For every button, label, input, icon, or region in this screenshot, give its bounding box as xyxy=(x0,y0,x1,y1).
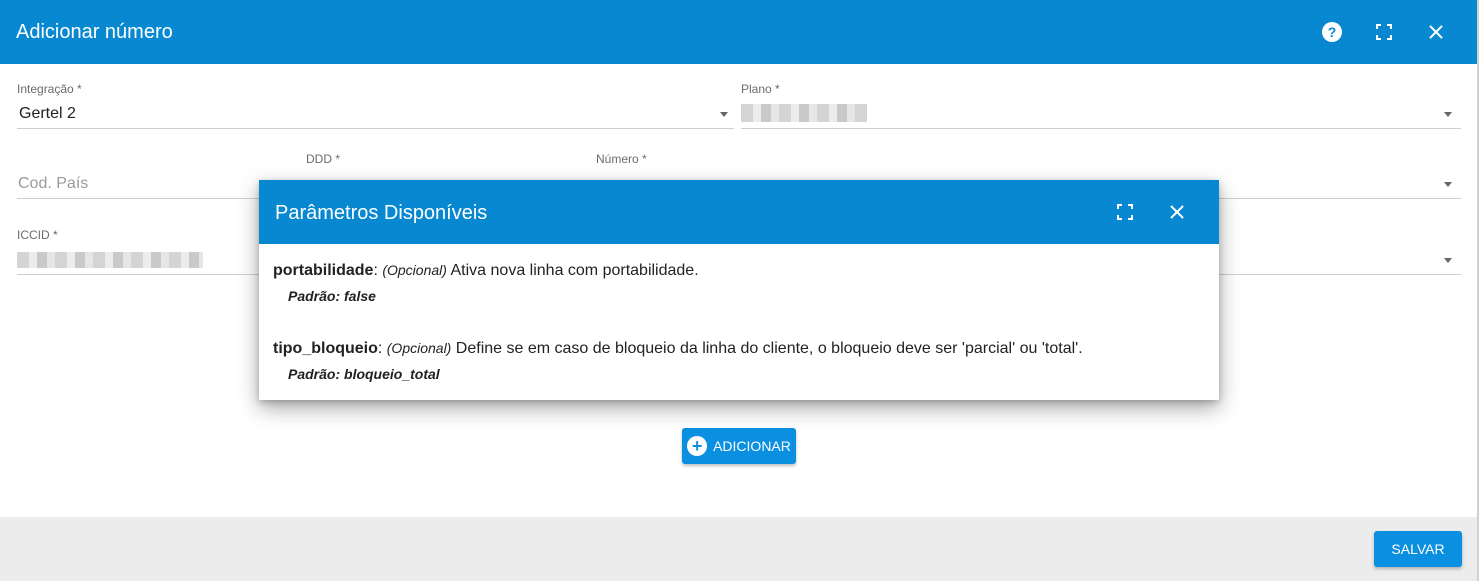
close-icon[interactable] xyxy=(1422,18,1450,46)
param-optional: (Opcional) xyxy=(386,340,452,356)
svg-text:?: ? xyxy=(1328,24,1337,40)
dropdown-arrow-icon[interactable] xyxy=(1444,112,1452,117)
plano-label: Plano * xyxy=(741,82,780,96)
param-separator: : xyxy=(373,262,383,279)
dialog-header: Adicionar número ? xyxy=(0,0,1477,64)
integracao-label: Integração * xyxy=(17,82,82,96)
add-button-label: ADICIONAR xyxy=(713,438,791,454)
dialog-footer xyxy=(0,517,1477,581)
param-separator: : xyxy=(377,340,387,357)
close-icon[interactable] xyxy=(1163,198,1191,226)
integracao-underline xyxy=(17,128,734,129)
add-button[interactable]: + ADICIONAR xyxy=(682,428,796,464)
dropdown-arrow-icon[interactable] xyxy=(1444,182,1452,187)
cod-pais-field[interactable]: Cod. País xyxy=(18,175,88,193)
param-name: tipo_bloqueio xyxy=(273,340,378,357)
param-default: Padrão: bloqueio_total xyxy=(288,366,440,382)
add-circle-icon: + xyxy=(687,436,708,456)
fullscreen-icon[interactable] xyxy=(1370,18,1398,46)
fullscreen-icon[interactable] xyxy=(1111,198,1139,226)
dialog-title: Adicionar número xyxy=(16,21,173,43)
dropdown-arrow-icon[interactable] xyxy=(720,112,728,117)
param-name: portabilidade xyxy=(273,262,374,279)
save-button[interactable]: SALVAR xyxy=(1374,531,1462,567)
parameters-modal: Parâmetros Disponíveis portabilidade: (O… xyxy=(259,180,1219,400)
modal-header: Parâmetros Disponíveis xyxy=(259,180,1219,244)
dropdown-arrow-icon[interactable] xyxy=(1444,258,1452,263)
ddd-label: DDD * xyxy=(306,152,341,166)
plano-value-redacted[interactable] xyxy=(741,104,867,122)
iccid-label: ICCID * xyxy=(17,228,58,242)
param-portabilidade: portabilidade: (Opcional) Ativa nova lin… xyxy=(273,262,699,280)
iccid-value-redacted[interactable] xyxy=(17,252,203,268)
param-default: Padrão: false xyxy=(288,288,376,304)
numero-label: Número * xyxy=(596,152,647,166)
param-description: Ativa nova linha com portabilidade. xyxy=(446,262,699,279)
modal-title: Parâmetros Disponíveis xyxy=(275,202,488,224)
param-optional: (Opcional) xyxy=(382,262,447,278)
plano-underline xyxy=(741,128,1461,129)
integracao-select[interactable]: Gertel 2 xyxy=(19,105,76,123)
param-description: Define se em caso de bloqueio da linha d… xyxy=(451,340,1083,357)
help-icon[interactable]: ? xyxy=(1318,18,1346,46)
param-tipo-bloqueio: tipo_bloqueio: (Opcional) Define se em c… xyxy=(273,340,1083,358)
